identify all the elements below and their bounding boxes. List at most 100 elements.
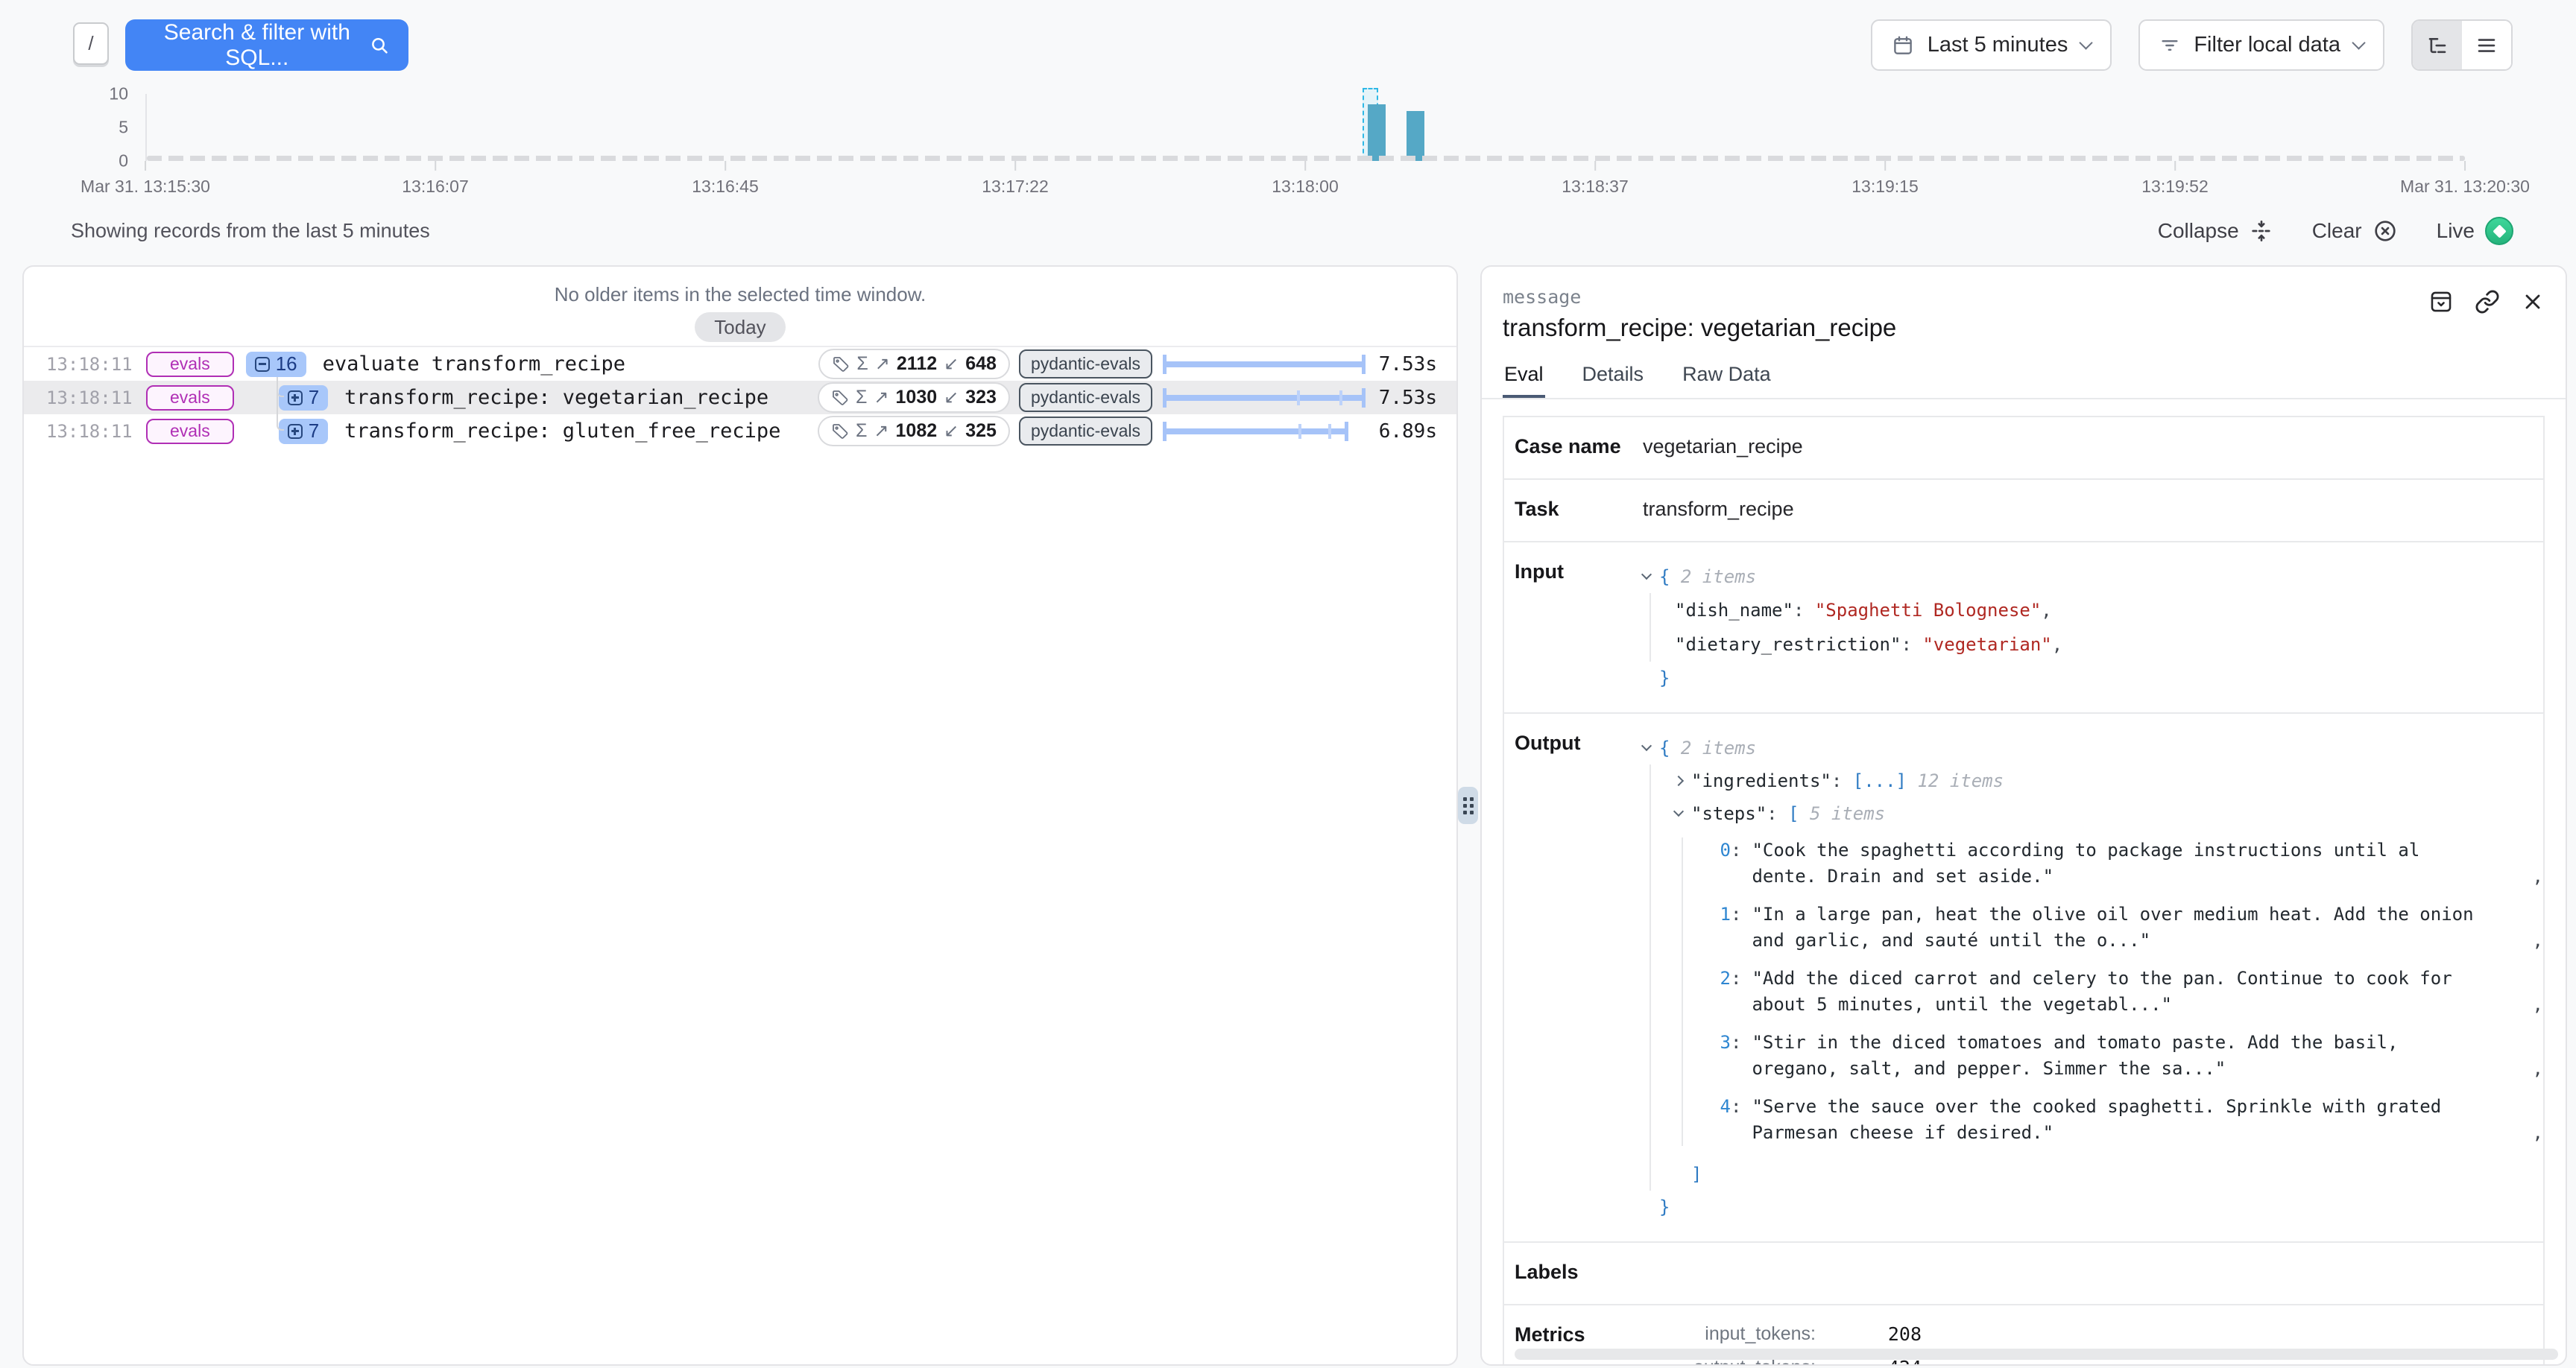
json-colon: : (1901, 627, 1922, 662)
x-axis: Mar 31. 13:15:30 13:16:07 13:16:45 13:17… (145, 161, 2465, 198)
collapse-icon (2250, 219, 2273, 243)
span-count-badge[interactable]: 7 (279, 385, 328, 411)
time-range-button[interactable]: Last 5 minutes (1871, 19, 2112, 71)
output-label: Output (1504, 732, 1643, 755)
record-timestamp: 13:18:11 (46, 354, 136, 375)
trace-row[interactable]: 13:18:11 evals 7 transform_recipe: glute… (24, 414, 1456, 448)
x-axis-tick-label: Mar 31. 13:20:30 (2400, 177, 2530, 197)
dock-panel-icon[interactable] (2428, 289, 2454, 314)
output-tokens-arrow-icon: ↙ (944, 420, 959, 442)
duration-bar-track (1163, 347, 1366, 381)
timeline-plot-area[interactable] (145, 94, 2465, 161)
child-span-count: 7 (309, 386, 319, 409)
item-count: 12 items (1917, 764, 2004, 797)
timeline-bar (1407, 111, 1424, 162)
live-label: Live (2437, 219, 2475, 243)
step-item: 3: "Stir in the diced tomatoes and tomat… (1707, 1030, 2543, 1082)
expand-toggle-icon[interactable] (288, 390, 303, 405)
list-view-toggle[interactable] (2462, 21, 2511, 69)
scope-badge[interactable]: pydantic-evals (1019, 349, 1152, 379)
detail-tabs: Eval Details Raw Data (1482, 363, 2566, 399)
collapsed-array[interactable]: [...] (1853, 764, 1907, 797)
span-name: transform_recipe: gluten_free_recipe (344, 419, 780, 443)
timeline-chart[interactable]: 1050 Mar 31. 13:15:30 13:16:07 13:16:45 (0, 92, 2576, 200)
metric-value: 208 (1816, 1323, 1922, 1345)
output-json-tree: { 2 items "ingredients": [...] 12 items … (1643, 732, 2543, 1223)
tree-view-toggle[interactable] (2413, 21, 2462, 69)
search-button-label: Search & filter with SQL... (145, 20, 370, 71)
collapse-button[interactable]: Collapse (2158, 219, 2273, 243)
tree-view-icon (2426, 34, 2449, 57)
output-row: Output { 2 items "ingredients": [...] 12… (1504, 714, 2543, 1243)
showing-records-text: Showing records from the last 5 minutes (71, 220, 430, 243)
array-index: 4 (1707, 1094, 1731, 1120)
token-usage-pill: Σ ↗ 1030 ↙ 323 (818, 382, 1010, 413)
panel-resize-handle[interactable] (1458, 787, 1478, 824)
span-count-badge[interactable]: 16 (246, 352, 306, 377)
collapse-node-toggle[interactable] (1641, 741, 1652, 751)
evals-tag-badge[interactable]: evals (146, 352, 234, 377)
duration-text: 6.89s (1366, 420, 1437, 443)
span-count-badge[interactable]: 7 (279, 419, 328, 444)
today-pill[interactable]: Today (695, 312, 785, 342)
expand-toggle-icon[interactable] (255, 357, 270, 372)
clear-button[interactable]: Clear (2312, 218, 2398, 244)
tick-mark (1884, 161, 1886, 171)
trace-row[interactable]: 13:18:11 evals 7 transform_recipe: veget… (24, 381, 1456, 414)
trace-row[interactable]: 13:18:11 evals 16 evaluate transform_rec… (24, 347, 1456, 381)
step-item: 0: "Cook the spaghetti according to pack… (1707, 837, 2543, 890)
eval-table: Case name vegetarian_recipe Task transfo… (1503, 416, 2545, 1366)
json-colon: : (1831, 764, 1853, 797)
collapse-node-toggle[interactable] (1673, 806, 1684, 817)
detail-tab[interactable]: Eval (1503, 363, 1545, 398)
span-name: evaluate transform_recipe (323, 352, 625, 376)
record-kind-label: message (1503, 286, 1896, 308)
detail-tab[interactable]: Raw Data (1681, 363, 1772, 398)
array-index: 1 (1707, 902, 1731, 928)
list-view-icon (2475, 34, 2498, 57)
x-axis-tick: 13:18:00 (1272, 161, 1339, 197)
timeline-baseline (147, 156, 2465, 161)
tick-mark (1304, 161, 1306, 171)
top-bar: / Search & filter with SQL... Last 5 min… (0, 0, 2576, 89)
x-axis-tick-label: 13:19:52 (2141, 177, 2209, 197)
detail-tab[interactable]: Details (1581, 363, 1646, 398)
close-bracket: ] (1691, 1158, 1702, 1191)
ingredients-collapsed-entry: "ingredients": [...] 12 items (1675, 764, 2543, 797)
tag-icon (832, 355, 850, 373)
search-button[interactable]: Search & filter with SQL... (125, 19, 408, 71)
step-string-value: "Cook the spaghetti according to package… (1752, 837, 2482, 890)
tick-mark (724, 161, 726, 171)
chevron-down-icon (2080, 36, 2093, 49)
duration-text: 7.53s (1366, 353, 1437, 376)
horizontal-scrollbar[interactable] (1515, 1349, 2558, 1360)
clear-label: Clear (2312, 219, 2362, 243)
live-toggle-button[interactable]: Live (2437, 217, 2513, 245)
output-tokens-count: 648 (965, 353, 997, 375)
x-axis-tick-label: Mar 31. 13:15:30 (80, 177, 210, 197)
expand-node-toggle[interactable] (1673, 776, 1684, 786)
child-span-count: 7 (309, 419, 319, 443)
tick-mark (2464, 161, 2466, 171)
json-colon: : (1731, 966, 1741, 992)
filter-local-data-button[interactable]: Filter local data (2138, 19, 2384, 71)
evals-tag-badge[interactable]: evals (146, 385, 234, 411)
json-comma: , (2518, 992, 2543, 1018)
scope-badge[interactable]: pydantic-evals (1019, 383, 1152, 412)
evals-tag-badge[interactable]: evals (146, 419, 234, 444)
close-panel-icon[interactable] (2521, 290, 2545, 314)
expand-toggle-icon[interactable] (288, 424, 303, 439)
record-timestamp: 13:18:11 (46, 421, 136, 442)
collapse-node-toggle[interactable] (1641, 569, 1652, 580)
json-colon: : (1731, 902, 1741, 928)
labels-value (1643, 1261, 2543, 1286)
x-axis-tick: 13:17:22 (982, 161, 1049, 197)
step-string-value: "Add the diced carrot and celery to the … (1752, 966, 2482, 1018)
sigma-icon: Σ (856, 387, 867, 408)
open-brace: { (1659, 560, 1670, 593)
case-name-value: vegetarian_recipe (1643, 435, 2543, 460)
array-index: 3 (1707, 1030, 1731, 1056)
json-colon: : (1731, 1094, 1741, 1120)
scope-badge[interactable]: pydantic-evals (1019, 417, 1152, 446)
copy-link-icon[interactable] (2475, 289, 2500, 314)
